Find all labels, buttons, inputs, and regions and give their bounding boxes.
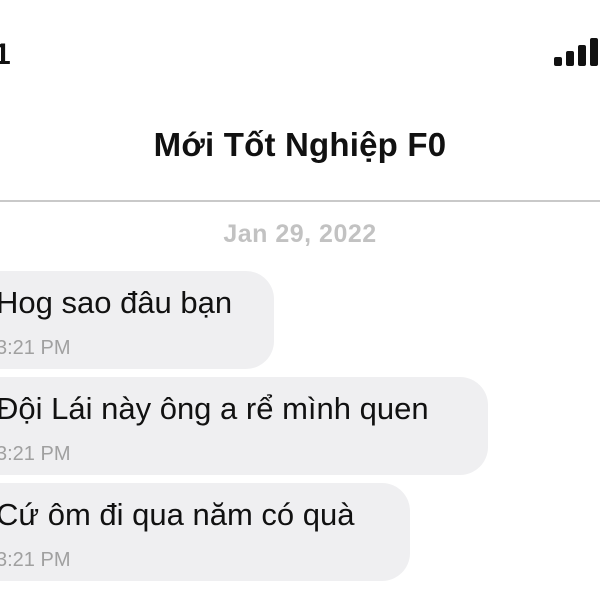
conversation-header: Mới Tốt Nghiệp F0 bbox=[0, 100, 600, 202]
message-time: 3:21 PM bbox=[0, 549, 71, 571]
message-bubble[interactable]: Cứ ôm đi qua năm có quà 3:21 PM bbox=[0, 483, 410, 581]
message-text: Cứ ôm đi qua năm có quà bbox=[0, 497, 355, 532]
message-time: 3:21 PM bbox=[0, 337, 71, 359]
message-bubble[interactable]: Đội Lái này ông a rể mình quen 3:21 PM bbox=[0, 377, 488, 475]
date-separator: Jan 29, 2022 bbox=[223, 220, 377, 248]
chat-screen: 1 Mới Tốt Nghiệp F0 Jan 29, 2022 Hog sao… bbox=[0, 0, 600, 600]
status-bar-time: 1 bbox=[0, 38, 11, 71]
message-text: Đội Lái này ông a rể mình quen bbox=[0, 391, 429, 426]
conversation-title[interactable]: Mới Tốt Nghiệp F0 bbox=[0, 126, 600, 164]
message-bubble[interactable]: Hog sao đâu bạn 3:21 PM bbox=[0, 271, 274, 369]
header-divider bbox=[0, 200, 600, 202]
signal-bars-icon bbox=[554, 38, 598, 66]
message-time: 3:21 PM bbox=[0, 443, 71, 465]
message-text: Hog sao đâu bạn bbox=[0, 285, 233, 320]
